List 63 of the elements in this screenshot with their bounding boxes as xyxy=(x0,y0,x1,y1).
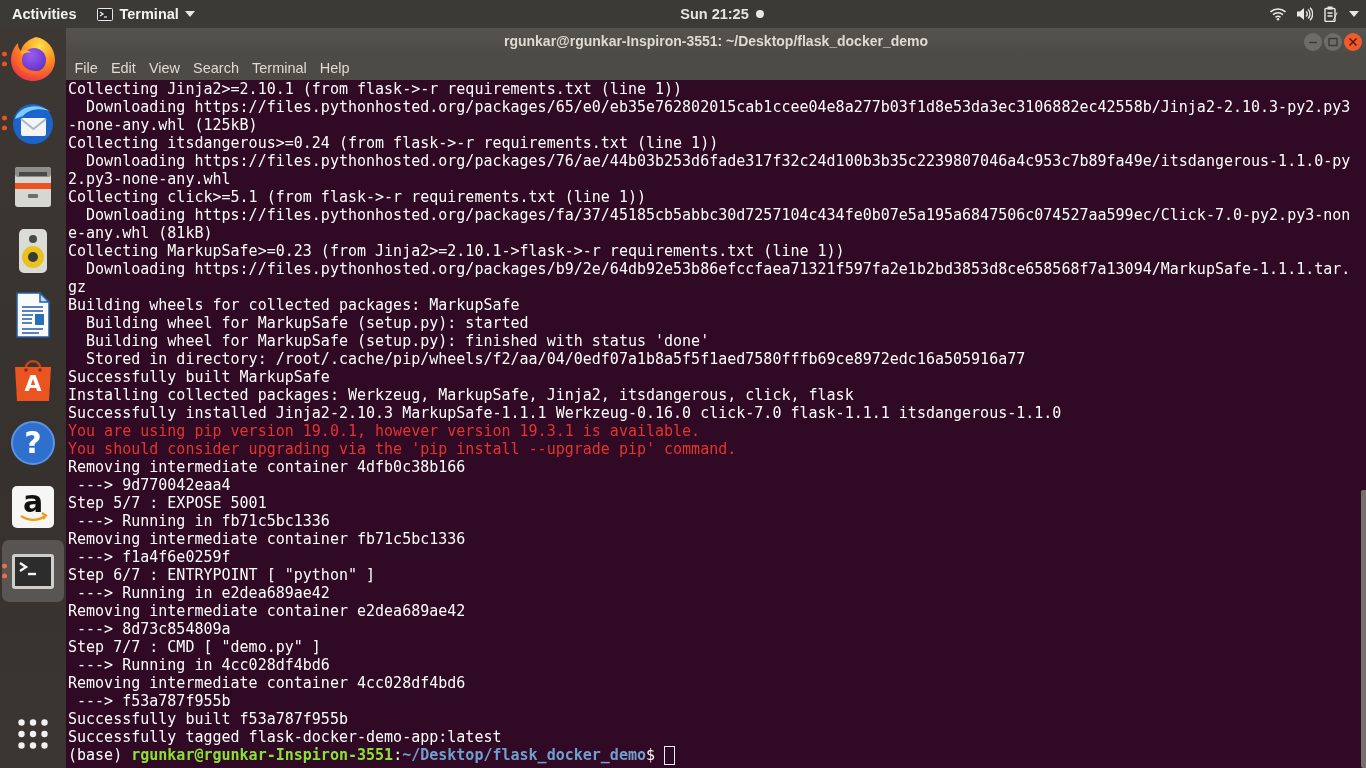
output-line: ---> 9d770042eaa4 xyxy=(76,476,231,494)
output-line: ---> f1a4f6e0259f xyxy=(76,548,231,566)
app-menu-button[interactable]: Terminal xyxy=(91,0,201,28)
output-line: ---> f53a787f955b xyxy=(76,692,231,710)
maximize-icon xyxy=(1324,32,1342,51)
output-line: Removing intermediate container 4dfb0c38b166 xyxy=(68,458,466,476)
minimize-icon xyxy=(1304,32,1322,51)
menu-item[interactable]: Help xyxy=(313,55,357,80)
warning-line: You should consider upgrading via the 'pip install --upgrade pip' command. xyxy=(68,440,737,458)
flame-globe-icon xyxy=(9,35,57,83)
close-icon xyxy=(1344,32,1362,51)
menu-item[interactable]: Edit xyxy=(104,55,143,80)
dock-item[interactable]: A xyxy=(2,348,64,410)
warning-line: You are using pip version 19.0.1, however version 19.3.1 is available. xyxy=(68,422,701,440)
clipboard-icon xyxy=(1324,6,1338,22)
caret-icon xyxy=(184,11,195,17)
caret-icon xyxy=(1349,11,1359,17)
dock-item[interactable] xyxy=(2,540,64,602)
output-line: Downloading https://files.pythonhosted.org/packages/76/ae/44b03b253d6fade317f32c24d100b3b35c2239807046a4c953c7b89fa49e/itsdangerous-1.1.0-py2.py3-none-any.whl xyxy=(68,152,1351,188)
output-line: Successfully tagged flask-docker-demo-app:latest xyxy=(68,728,502,746)
output-line: Installing collected packages: Werkzeug, MarkupSafe, Jinja2, itsdangerous, click, flask xyxy=(68,386,854,404)
help-icon xyxy=(9,419,57,467)
smile-arrow-tile-icon xyxy=(9,483,57,531)
close-button[interactable] xyxy=(1344,32,1362,51)
menu-item[interactable]: File xyxy=(68,55,105,80)
dock-item[interactable]: a xyxy=(2,476,64,538)
output-line: Step 6/7 : ENTRYPOINT [ "python" ] xyxy=(68,566,376,584)
output-line: ---> 8d73c854809a xyxy=(76,620,231,638)
output-line: Successfully installed Jinja2-2.10.3 MarkupSafe-1.1.1 Werkzeug-0.16.0 click-7.0 flask-1.1.1 itsdangerous-1.1.0 xyxy=(68,404,1062,422)
wifi-icon xyxy=(1270,7,1286,21)
shell-prompt: (base) rgunkar@rgunkar-Inspiron-3551:~/Desktop/flask_docker_demo$ xyxy=(68,746,656,764)
clock-button[interactable]: Sun 21:25 xyxy=(674,0,770,28)
menu-item[interactable]: Terminal xyxy=(245,55,314,80)
terminal-icon xyxy=(97,7,114,21)
output-line: ---> Running in e2dea689ae42 xyxy=(76,584,330,602)
output-line: Removing intermediate container fb71c5bc1336 xyxy=(68,530,466,548)
output-line: Removing intermediate container 4cc028df4bd6 xyxy=(68,674,466,692)
output-line: Step 7/7 : CMD [ "demo.py" ] xyxy=(68,638,321,656)
output-line: Collecting click>=5.1 (from flask->-r requirements.txt (line 1)) xyxy=(68,188,646,206)
output-line: Downloading https://files.pythonhosted.org/packages/65/e0/eb35e762802015cab1ccee04e8a277b03f1d8e53da3ec3106882ec42558b/Jinja2-2.10.3-py2.py3-none-any.whl (125kB) xyxy=(68,98,1351,134)
dock-item[interactable]: ? xyxy=(2,412,64,474)
output-line: Removing intermediate container e2dea689ae42 xyxy=(68,602,466,620)
scrollbar[interactable] xyxy=(1361,490,1366,768)
volume-icon xyxy=(1297,7,1313,21)
output-line: Successfully built f53a787f955b xyxy=(68,710,348,728)
output-line: Collecting MarkupSafe>=0.23 (from Jinja2>=2.10.1->flask->-r requirements.txt (line 1)) xyxy=(68,242,845,260)
output-line: Stored in directory: /root/.cache/pip/wheels/f2/aa/04/0edf07a1b8a5f5f1aed7580fffb69ce8972edc16a505916a77 xyxy=(85,350,1026,368)
output-line: Step 5/7 : EXPOSE 5001 xyxy=(68,494,267,512)
output-line: Successfully built MarkupSafe xyxy=(68,368,330,386)
app-grid-icon xyxy=(18,719,48,749)
output-line: ---> Running in fb71c5bc1336 xyxy=(76,512,330,530)
output-line: Building wheel for MarkupSafe (setup.py): finished with status 'done' xyxy=(85,332,710,350)
output-line: Downloading https://files.pythonhosted.org/packages/b9/2e/64db92e53b86efccfaea71321f597fa2e1b2bd3853d8ce658568f7a13094/MarkupSafe-1.1.1.tar.gz xyxy=(68,260,1351,296)
output-line: Building wheel for MarkupSafe (setup.py): started xyxy=(85,314,529,332)
menu-item[interactable]: Search xyxy=(186,55,246,80)
output-line: Collecting Jinja2>=2.10.1 (from flask->-r requirements.txt (line 1)) xyxy=(68,80,683,98)
output-line: Collecting itsdangerous>=0.24 (from flask->-r requirements.txt (line 1)) xyxy=(68,134,719,152)
menu-item[interactable]: View xyxy=(142,55,187,80)
output-line: ---> Running in 4cc028df4bd6 xyxy=(76,656,330,674)
activities-button[interactable]: Activities xyxy=(6,0,83,28)
output-line: Building wheels for collected packages: MarkupSafe xyxy=(68,296,520,314)
output-line: Downloading https://files.pythonhosted.org/packages/fa/37/45185cb5abbc30d7257104c434fe0b07e5a195a6847506c074527aa599ec/Click-7.0-py2.py3-none-any.whl (81kB) xyxy=(68,206,1351,242)
window-title: rgunkar@rgunkar-Inspiron-3551: ~/Desktop/flask_docker_demo xyxy=(503,32,929,49)
